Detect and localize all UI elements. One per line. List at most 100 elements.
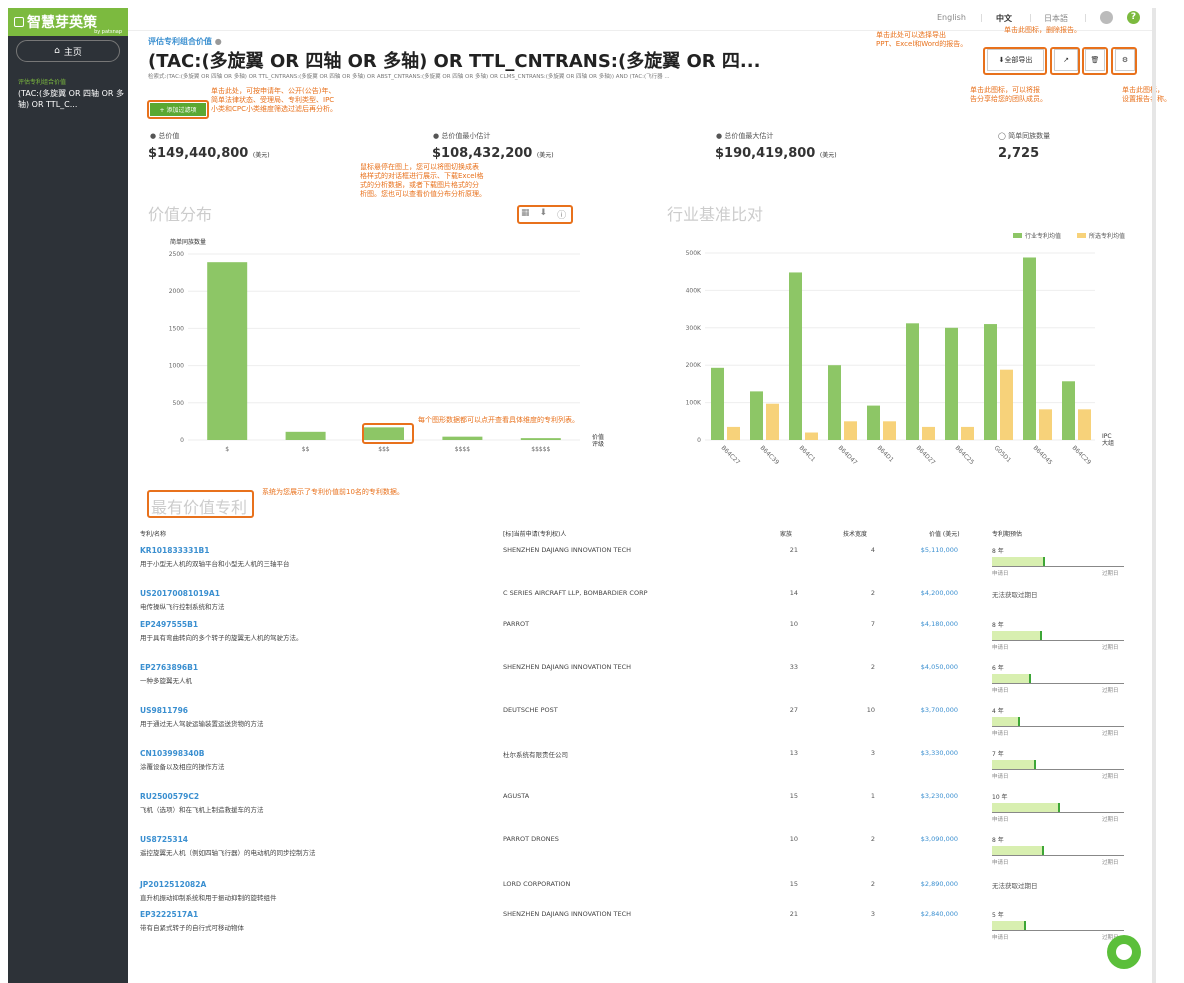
col-header-breadth: 技术宽度 xyxy=(843,531,868,538)
x-tick-label: B64D45 xyxy=(1032,444,1054,466)
patent-value[interactable]: $4,050,000 xyxy=(898,663,958,671)
life-bar-track xyxy=(992,769,1124,770)
bar xyxy=(883,421,896,440)
bar xyxy=(828,365,841,440)
x-tick-label: B64C25 xyxy=(954,444,976,466)
patent-id-link[interactable]: RU2500579C2 xyxy=(140,792,199,801)
nav-report-type[interactable]: 评估专利组合价值 xyxy=(18,77,66,86)
patent-breadth: 2 xyxy=(870,589,875,597)
x-axis-label: IPC xyxy=(1102,433,1112,440)
patent-value[interactable]: $4,200,000 xyxy=(898,589,958,597)
patent-life-years: 8 年 xyxy=(992,622,1004,629)
user-icon[interactable] xyxy=(1100,11,1113,24)
nav-report-query[interactable]: (TAC:(多旋翼 OR 四轴 OR 多轴) OR TTL_C... xyxy=(18,88,124,110)
y-axis-label: 简单同族数量 xyxy=(170,238,206,246)
patent-value[interactable]: $3,090,000 xyxy=(898,835,958,843)
patent-id-link[interactable]: JP2012512082A xyxy=(140,880,206,889)
patent-id-link[interactable]: US20170081019A1 xyxy=(140,589,220,598)
x-tick-label: $$$$$ xyxy=(531,446,550,453)
chat-bubble-icon xyxy=(1116,944,1132,960)
patent-family: 21 xyxy=(789,546,798,554)
patent-id-link[interactable]: EP2763896B1 xyxy=(140,663,198,672)
bar xyxy=(750,391,763,440)
home-button[interactable]: ⌂ 主页 xyxy=(16,40,120,62)
bar xyxy=(922,426,935,440)
patent-applicant: AGUSTA xyxy=(503,792,530,800)
patent-applicant: LORD CORPORATION xyxy=(503,880,571,888)
scrollbar[interactable] xyxy=(1152,8,1156,983)
stat-label-max: ● 总价值最大估计 xyxy=(716,131,773,141)
patent-life-years: 5 年 xyxy=(992,912,1004,919)
sidebar xyxy=(8,8,128,983)
patent-value[interactable]: $2,840,000 xyxy=(898,910,958,918)
chat-icon[interactable] xyxy=(1107,935,1141,969)
logo-icon xyxy=(14,17,24,27)
x-tick-label: G05D1 xyxy=(993,444,1013,464)
life-expire-label: 过期日 xyxy=(1102,860,1119,866)
report-type-label: 评估专利组合价值 ● xyxy=(148,36,222,47)
patent-id-link[interactable]: KR101833331B1 xyxy=(140,546,210,555)
x-axis-label: 价值 xyxy=(592,433,604,441)
patent-value[interactable]: $2,890,000 xyxy=(898,880,958,888)
money-bag-icon: ● xyxy=(150,132,157,140)
money-bag-icon: ● xyxy=(433,132,440,140)
y-tick-label: 200K xyxy=(686,362,702,369)
patent-applicant: 杜尔系统有限责任公司 xyxy=(503,751,568,759)
patent-value[interactable]: $3,330,000 xyxy=(898,749,958,757)
patent-value[interactable]: $3,230,000 xyxy=(898,792,958,800)
patent-life-years: 8 年 xyxy=(992,548,1004,555)
life-bar-track xyxy=(992,930,1124,931)
life-bar-track xyxy=(992,855,1124,856)
x-tick-label: $$ xyxy=(302,446,310,453)
y-tick-label: 1000 xyxy=(169,363,184,370)
patent-id-link[interactable]: US8725314 xyxy=(140,835,188,844)
y-tick-label: 500K xyxy=(686,250,702,257)
info-icon[interactable]: ● xyxy=(215,37,222,46)
y-tick-label: 500 xyxy=(173,400,185,407)
stat-value-min: $108,432,200 (美元) xyxy=(432,146,554,161)
stat-value-total-number: $149,440,800 xyxy=(148,146,249,161)
patent-id-link[interactable]: EP2497555B1 xyxy=(140,620,198,629)
stat-value-min-number: $108,432,200 xyxy=(432,146,533,161)
bar xyxy=(1000,369,1013,440)
patent-life-years: 8 年 xyxy=(992,837,1004,844)
patent-breadth: 2 xyxy=(870,835,875,843)
patent-value[interactable]: $4,180,000 xyxy=(898,620,958,628)
query-text: 检索式:(TAC:(多旋翼 OR 四轴 OR 多轴) OR TTL_CNTRAN… xyxy=(148,74,670,80)
lang-english[interactable]: English xyxy=(937,13,966,22)
logo-sub: by patsnap xyxy=(94,29,122,35)
patent-id-link[interactable]: US9811796 xyxy=(140,706,188,715)
life-expire-label: 过期日 xyxy=(1102,731,1119,737)
patent-value[interactable]: $5,110,000 xyxy=(898,546,958,554)
patent-id-link[interactable]: EP3222517A1 xyxy=(140,910,198,919)
patent-name: 用于小型无人机的双轴平台和小型无人机的三轴平台 xyxy=(140,560,290,568)
patent-life-years: 4 年 xyxy=(992,708,1004,715)
stat-value-max: $190,419,800 (美元) xyxy=(715,146,837,161)
annotation-export: 单击此处可以选择导出 PPT、Excel和Word的报告。 xyxy=(876,31,968,48)
highlight-box xyxy=(1050,47,1080,75)
stat-label-max-text: 总价值最大估计 xyxy=(724,132,774,140)
x-tick-label: B64C1 xyxy=(798,444,817,463)
bar xyxy=(285,431,326,440)
life-bar-track xyxy=(992,683,1124,684)
logo[interactable]: 智慧芽英策 by patsnap xyxy=(8,8,128,36)
patent-applicant: SHENZHEN DAJIANG INNOVATION TECH xyxy=(503,910,631,918)
patent-name: 遥控旋翼无人机（例如四轴飞行器）的电动机的同步控制方法 xyxy=(140,849,316,857)
patent-breadth: 4 xyxy=(870,546,875,554)
help-icon[interactable]: ? xyxy=(1127,11,1140,24)
life-expire-label: 过期日 xyxy=(1102,571,1119,577)
patent-breadth: 10 xyxy=(866,706,875,714)
patent-id-link[interactable]: CN103998340B xyxy=(140,749,204,758)
lang-chinese[interactable]: 中文 xyxy=(996,13,1012,24)
bar xyxy=(520,438,561,440)
home-icon: ⌂ xyxy=(54,46,60,56)
stat-label-total: ● 总价值 xyxy=(150,131,179,141)
lang-japanese[interactable]: 日本語 xyxy=(1044,13,1068,24)
bar xyxy=(844,421,857,440)
patent-value[interactable]: $3,700,000 xyxy=(898,706,958,714)
bar xyxy=(442,436,483,440)
bar xyxy=(961,426,974,440)
col-header-family: 家族 xyxy=(780,531,793,538)
life-apply-label: 申请日 xyxy=(992,688,1009,694)
y-tick-label: 0 xyxy=(697,437,701,444)
